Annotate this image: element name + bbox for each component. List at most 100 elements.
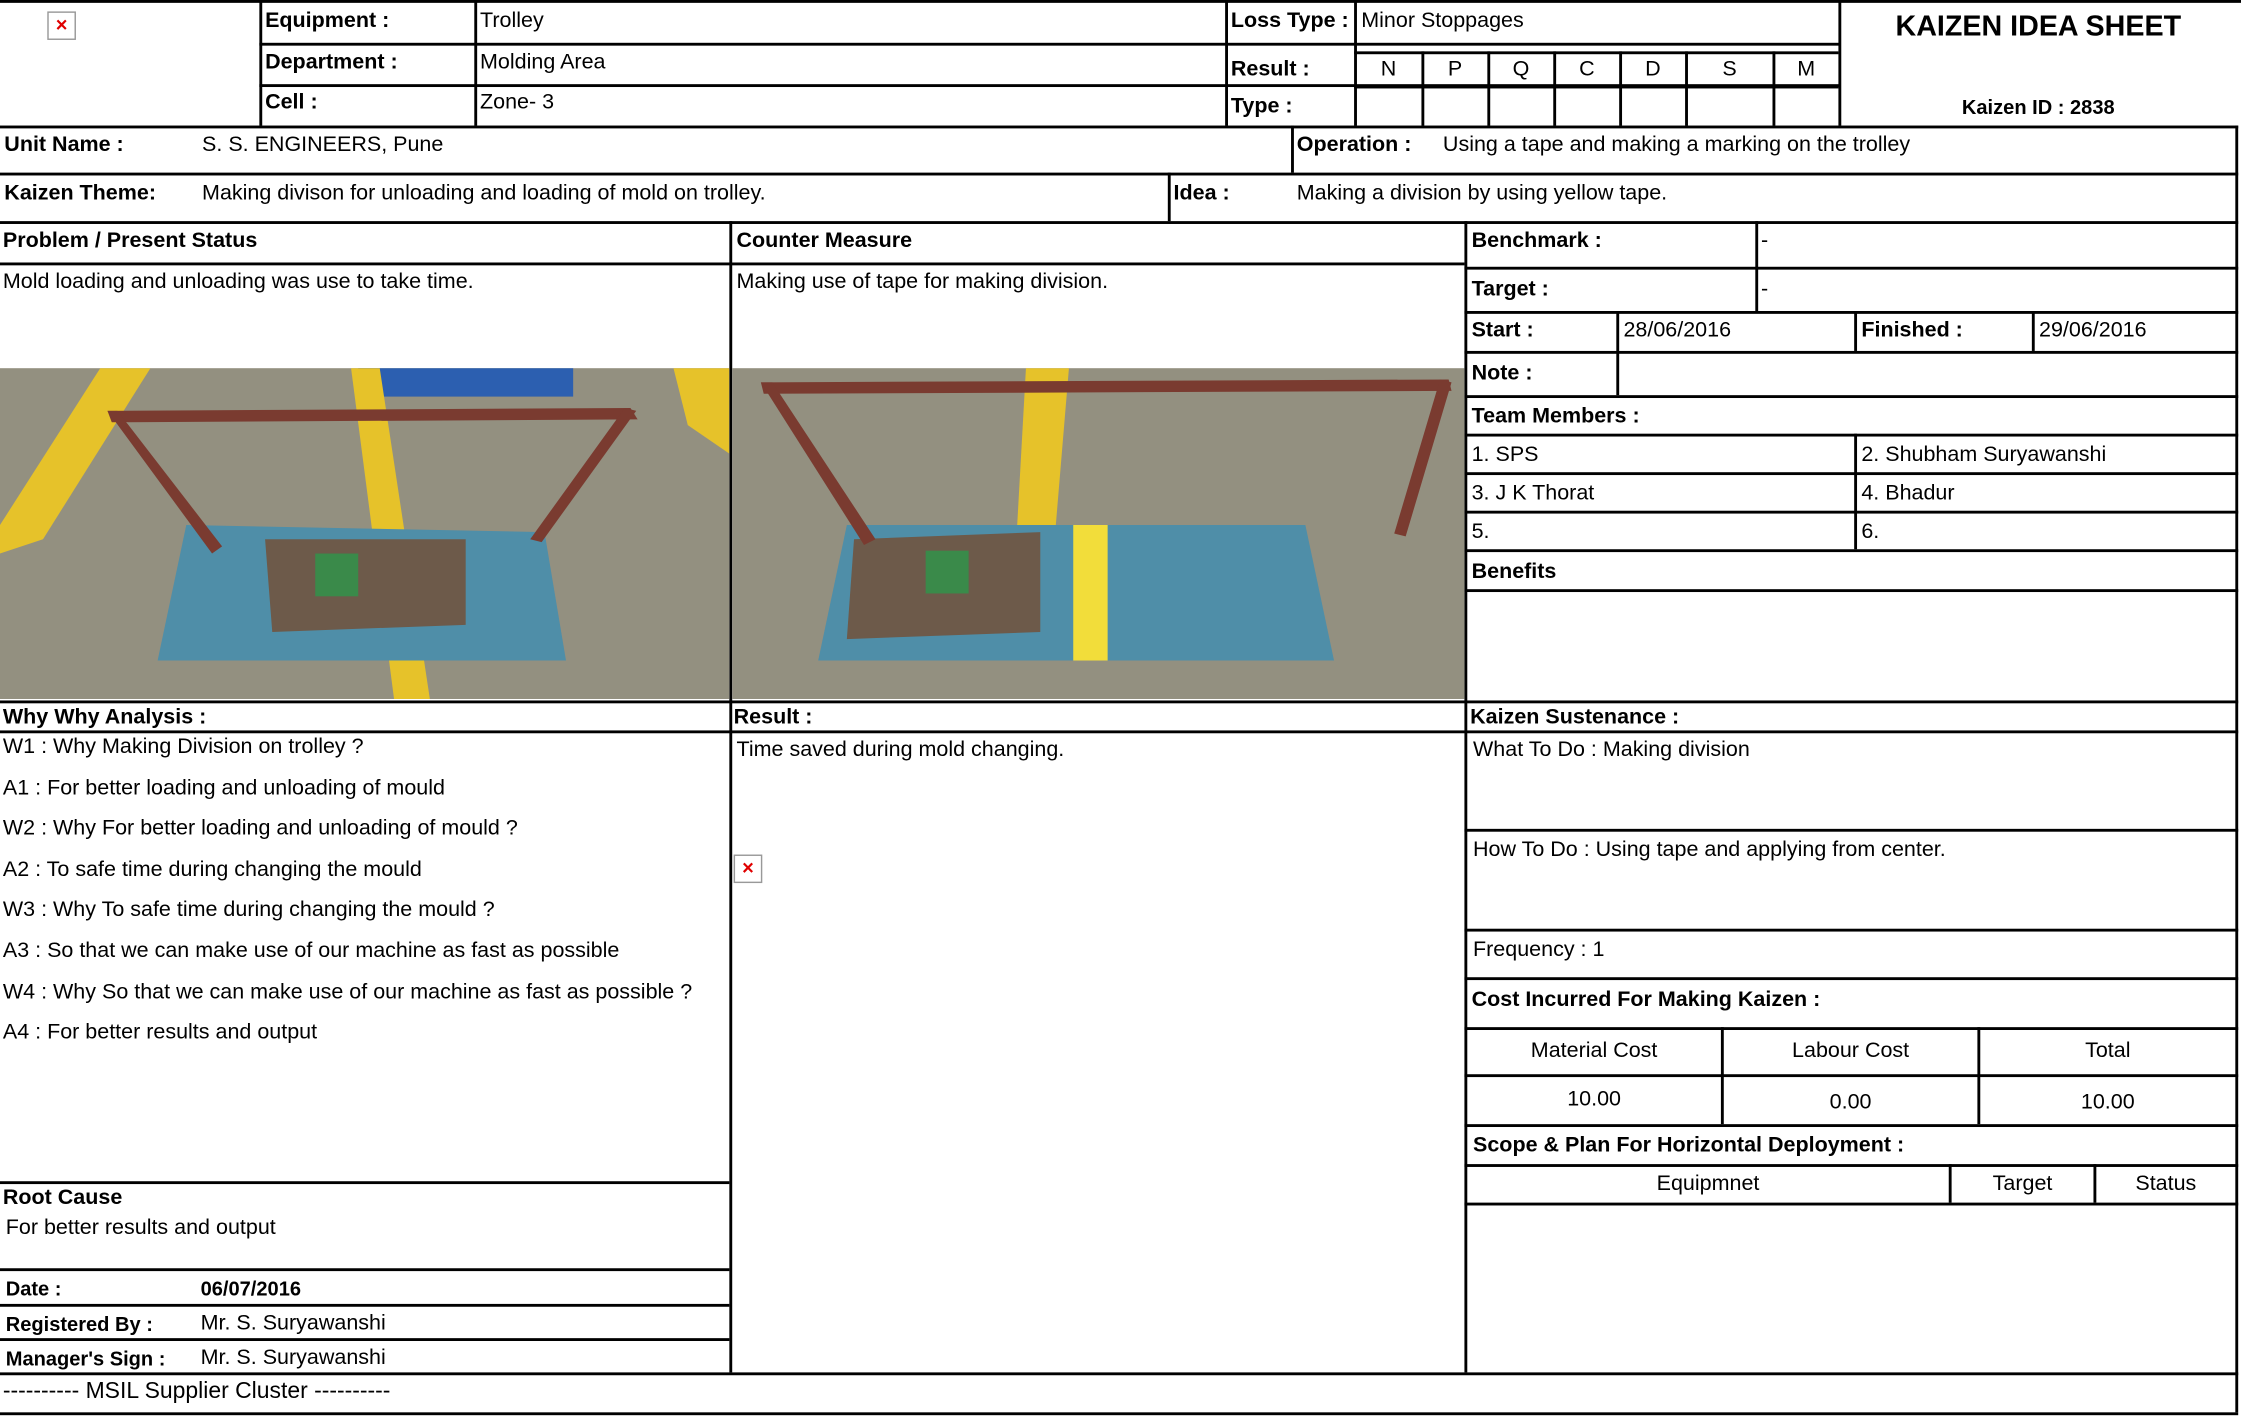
grid-line: [1464, 1202, 2239, 1206]
grid-line: [1464, 589, 2239, 593]
grid-line: [1464, 549, 2239, 553]
grid-line: [1354, 51, 1839, 55]
grid-line: [2235, 125, 2239, 1413]
team-member-3: 3. J K Thorat: [1471, 480, 1595, 506]
footer-text: ---------- MSIL Supplier Cluster -------…: [2, 1379, 391, 1404]
grid-line: [0, 1338, 730, 1342]
grid-line: [1464, 1124, 2239, 1128]
note-label: Note :: [1471, 360, 1533, 386]
why-line-8: A4 : For better results and output: [2, 1020, 318, 1045]
manager-sign-label: Manager's Sign :: [5, 1346, 166, 1370]
team-member-2: 2. Shubham Suryawanshi: [1861, 442, 2107, 467]
problem-text: Mold loading and unloading was use to ta…: [2, 269, 474, 294]
grid-line: [259, 0, 263, 126]
photo-after-drawing: [732, 368, 1465, 700]
manager-sign-value: Mr. S. Suryawanshi: [200, 1345, 386, 1370]
team-member-6: 6.: [1861, 519, 1880, 544]
why-line-3: W2 : Why For better loading and unloadin…: [2, 816, 518, 841]
loss-type-label: Loss Type :: [1230, 8, 1349, 33]
labour-cost-value: 0.00: [1829, 1089, 1872, 1115]
material-cost-label: Material Cost: [1530, 1038, 1658, 1063]
target-label: Target :: [1471, 276, 1549, 302]
grid-line: [1464, 1074, 2239, 1078]
date-value: 06/07/2016: [200, 1276, 302, 1300]
root-cause-value: For better results and output: [5, 1215, 276, 1240]
operation-label: Operation :: [1296, 132, 1412, 157]
scope-col-status: Status: [2135, 1171, 2197, 1196]
why-line-2: A1 : For better loading and unloading of…: [2, 776, 445, 801]
equipment-value: Trolley: [480, 8, 544, 33]
grid-line: [1464, 828, 2239, 832]
registered-by-label: Registered By :: [5, 1312, 153, 1336]
total-cost-label: Total: [2085, 1038, 2131, 1063]
sustenance-frequency: Frequency : 1: [1473, 937, 1605, 962]
grid-line: [0, 1372, 2239, 1376]
scope-col-equipment: Equipmnet: [1656, 1171, 1760, 1196]
grid-line: [259, 42, 1840, 46]
grid-line: [1291, 125, 1294, 173]
result-label: Result :: [1230, 57, 1310, 82]
counter-measure-heading: Counter Measure: [736, 228, 913, 253]
grid-line: [1464, 310, 2239, 314]
grid-line: [1854, 433, 1858, 550]
start-value: 28/06/2016: [1623, 318, 1732, 343]
team-member-4: 4. Bhadur: [1861, 480, 1955, 506]
grid-line: [0, 700, 2239, 704]
grid-line: [1464, 433, 2239, 437]
why-line-5: W3 : Why To safe time during changing th…: [2, 897, 495, 922]
kaizen-id: Kaizen ID : 2838: [1961, 95, 2115, 119]
grid-line: [1464, 977, 2239, 981]
broken-image-icon: ×: [47, 11, 76, 40]
grid-line: [0, 1412, 2239, 1416]
grid-line: [1354, 85, 1839, 89]
team-members-heading: Team Members :: [1471, 403, 1640, 428]
grid-line: [0, 221, 2239, 224]
grid-line: [1464, 395, 2239, 399]
grid-line: [1464, 350, 2239, 354]
idea-label: Idea :: [1173, 181, 1230, 206]
why-line-1: W1 : Why Making Division on trolley ?: [2, 734, 364, 759]
result-col-s: S: [1722, 57, 1737, 82]
loss-type-value: Minor Stoppages: [1361, 8, 1524, 33]
why-line-7: W4 : Why So that we can make use of our …: [2, 980, 693, 1005]
team-member-5: 5.: [1471, 519, 1490, 544]
grid-line: [0, 1303, 730, 1307]
cost-heading: Cost Incurred For Making Kaizen :: [1471, 987, 1821, 1012]
photo-before-drawing: [0, 368, 730, 700]
grid-line: [0, 0, 2241, 3]
grid-line: [474, 0, 478, 126]
sustenance-how: How To Do : Using tape and applying from…: [1473, 837, 1946, 862]
benchmark-value: -: [1761, 228, 1769, 253]
grid-line: [0, 125, 2239, 129]
grid-line: [1616, 310, 1620, 396]
result-col-d: D: [1645, 57, 1661, 82]
sheet-title: KAIZEN IDEA SHEET: [1895, 11, 2182, 43]
date-label: Date :: [5, 1276, 62, 1300]
start-label: Start :: [1471, 318, 1534, 343]
benchmark-label: Benchmark :: [1471, 228, 1602, 253]
why-why-heading: Why Why Analysis :: [2, 704, 207, 729]
grid-line: [1464, 472, 2239, 476]
grid-line: [1225, 0, 1228, 126]
department-value: Molding Area: [480, 49, 606, 75]
unit-name-label: Unit Name :: [4, 132, 124, 157]
grid-line: [1464, 266, 2239, 270]
photo-before: [0, 368, 730, 700]
result-col-m: M: [1797, 57, 1816, 82]
root-cause-label: Root Cause: [2, 1185, 123, 1210]
result-col-p: P: [1447, 57, 1463, 82]
why-line-6: A3 : So that we can make use of our mach…: [2, 938, 620, 963]
grid-line: [1167, 172, 1171, 222]
grid-line: [1464, 1027, 2239, 1031]
unit-name-value: S. S. ENGINEERS, Pune: [202, 132, 444, 157]
grid-line: [1464, 221, 1468, 1373]
result-text: Time saved during mold changing.: [736, 737, 1065, 762]
result-col-n: N: [1380, 57, 1397, 82]
grid-line: [0, 1268, 730, 1272]
labour-cost-label: Labour Cost: [1792, 1038, 1910, 1063]
kaizen-theme-value: Making divison for unloading and loading…: [202, 181, 766, 206]
finished-value: 29/06/2016: [2039, 318, 2147, 343]
kaizen-theme-label: Kaizen Theme:: [4, 181, 156, 206]
benefits-heading: Benefits: [1471, 559, 1557, 584]
total-cost-value: 10.00: [2080, 1089, 2135, 1115]
